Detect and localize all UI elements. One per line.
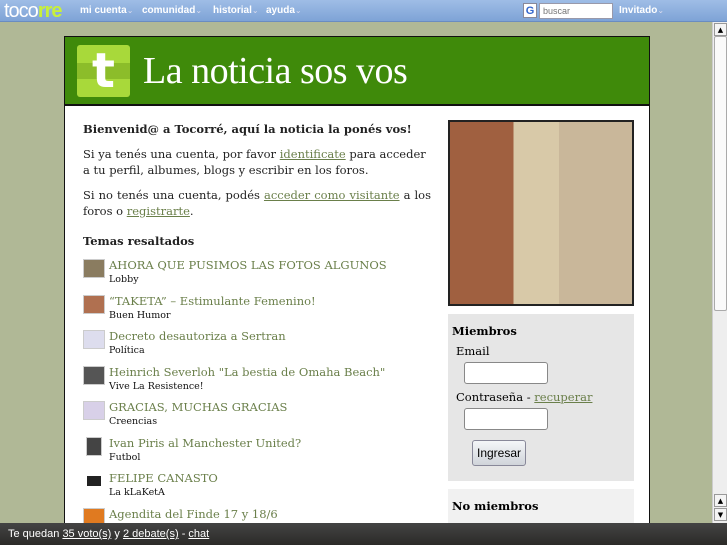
chevron-down-icon: ⌄: [251, 6, 259, 15]
email-field[interactable]: [464, 362, 548, 384]
non-members-heading: No miembros: [452, 499, 539, 513]
vertical-scrollbar[interactable]: ▲ ▲ ▼: [712, 22, 727, 523]
nav-label: ayuda: [266, 5, 295, 16]
topic-thumbnail: [83, 330, 105, 349]
site-tagline: La noticia sos vos: [143, 50, 408, 92]
scroll-down-icon[interactable]: ▼: [714, 508, 727, 521]
featured-photo: [448, 120, 634, 306]
clapperboard-icon: [87, 476, 101, 486]
chat-link[interactable]: chat: [188, 528, 209, 540]
chevron-down-icon: ⌄: [294, 6, 302, 15]
user-name: Invitado: [619, 5, 658, 16]
topic-category: Vive La Resistence!: [109, 380, 204, 392]
text: Te quedan: [8, 528, 63, 540]
topic-category: Lobby: [109, 274, 139, 285]
google-icon: G: [523, 3, 537, 18]
topic-category: Buen Humor: [109, 309, 171, 321]
nav-historial[interactable]: historial⌄: [213, 5, 259, 16]
visitor-access-link[interactable]: acceder como visitante: [264, 188, 400, 202]
tocorre-logo[interactable]: tocorre: [4, 0, 63, 22]
topic-thumbnail: [83, 259, 105, 278]
logo-text-a: toco: [4, 0, 39, 22]
password-label: Contraseña -: [456, 390, 535, 404]
topic-item: “TAKETA” – Estimulante Femenino! Buen Hum…: [83, 293, 431, 329]
text: Si no tenés una cuenta, podés: [83, 188, 264, 202]
login-button[interactable]: Ingresar: [472, 440, 526, 466]
topic-category: Política: [109, 345, 145, 356]
main-content: Bienvenid@ a Tocorré, aquí la noticia la…: [83, 121, 431, 541]
page-container: t La noticia sos vos Bienvenid@ a Tocorr…: [64, 36, 650, 539]
identificate-link[interactable]: identificate: [280, 147, 346, 161]
text: y: [111, 528, 123, 540]
topic-link[interactable]: Heinrich Severloh "La bestia de Omaha Be…: [109, 364, 431, 380]
topic-category: Creencias: [109, 416, 158, 427]
topic-link[interactable]: FELIPE CANASTO: [109, 470, 431, 486]
welcome-paragraph-1: Si ya tenés una cuenta, por favor identi…: [83, 146, 431, 178]
password-field[interactable]: [464, 408, 548, 430]
nav-label: comunidad: [142, 5, 196, 16]
topic-link[interactable]: Agendita del Finde 17 y 18/6: [109, 506, 431, 522]
topic-link[interactable]: Ivan Piris al Manchester United?: [109, 435, 431, 451]
chevron-down-icon: ⌄: [657, 6, 665, 15]
site-header: t La noticia sos vos: [65, 37, 649, 106]
topic-thumbnail: [86, 436, 102, 456]
debates-link[interactable]: 2 debate(s): [123, 528, 179, 540]
topic-category: Futbol: [109, 451, 141, 463]
status-bar: Te quedan 35 voto(s) y 2 debate(s) - cha…: [0, 523, 727, 545]
nav-comunidad[interactable]: comunidad⌄: [142, 5, 202, 16]
scroll-up-icon[interactable]: ▲: [714, 494, 727, 507]
topic-item: FELIPE CANASTO La kLaKetA: [83, 470, 431, 506]
members-login-box: Miembros Email Contraseña - recuperar In…: [448, 314, 634, 481]
topic-item: Decreto desautoriza a Sertran Política: [83, 328, 431, 364]
nav-label: historial: [213, 5, 252, 16]
topic-item: GRACIAS, MUCHAS GRACIAS Creencias: [83, 399, 431, 435]
nav-label: mi cuenta: [80, 5, 127, 16]
user-menu[interactable]: Invitado⌄: [619, 5, 664, 16]
top-navigation-bar: tocorre mi cuenta⌄ comunidad⌄ historial⌄…: [0, 0, 727, 22]
tocorre-t-icon[interactable]: t: [77, 45, 130, 97]
topic-thumbnail: [83, 294, 105, 314]
chevron-down-icon: ⌄: [195, 6, 203, 15]
text: .: [189, 204, 194, 218]
featured-topics-list: AHORA QUE PUSIMOS LAS FOTOS ALGUNOS Lobby…: [83, 257, 431, 541]
topic-thumbnail: [83, 365, 105, 385]
welcome-paragraph-2: Si no tenés una cuenta, podés acceder co…: [83, 187, 431, 219]
email-label: Email: [456, 344, 490, 358]
text: -: [178, 528, 189, 540]
nav-mi-cuenta[interactable]: mi cuenta⌄: [80, 5, 133, 16]
welcome-heading: Bienvenid@ a Tocorré, aquí la noticia la…: [83, 122, 412, 136]
topic-thumbnail: [83, 401, 105, 420]
members-heading: Miembros: [452, 324, 517, 338]
register-link[interactable]: registrarte: [127, 204, 190, 218]
topic-link[interactable]: Decreto desautoriza a Sertran: [109, 328, 431, 344]
recover-password-link[interactable]: recuperar: [534, 390, 592, 404]
search-input[interactable]: [539, 3, 613, 19]
scrollbar-thumb[interactable]: [714, 36, 727, 311]
text: Si ya tenés una cuenta, por favor: [83, 147, 280, 161]
logo-text-b: rre: [37, 0, 63, 22]
topic-item: AHORA QUE PUSIMOS LAS FOTOS ALGUNOS Lobby: [83, 257, 431, 293]
topic-link[interactable]: GRACIAS, MUCHAS GRACIAS: [109, 399, 431, 415]
featured-topics-heading: Temas resaltados: [83, 234, 195, 248]
topic-link[interactable]: “TAKETA” – Estimulante Femenino!: [109, 293, 431, 309]
nav-ayuda[interactable]: ayuda⌄: [266, 5, 302, 16]
votes-link[interactable]: 35 voto(s): [62, 528, 111, 540]
topic-item: Heinrich Severloh "La bestia de Omaha Be…: [83, 364, 431, 400]
scroll-up-icon[interactable]: ▲: [714, 23, 727, 36]
chevron-down-icon: ⌄: [126, 6, 134, 15]
topic-category: La kLaKetA: [109, 487, 165, 498]
password-label-row: Contraseña - recuperar: [456, 390, 630, 404]
topic-link[interactable]: AHORA QUE PUSIMOS LAS FOTOS ALGUNOS: [109, 257, 431, 273]
topic-item: Ivan Piris al Manchester United? Futbol: [83, 435, 431, 471]
